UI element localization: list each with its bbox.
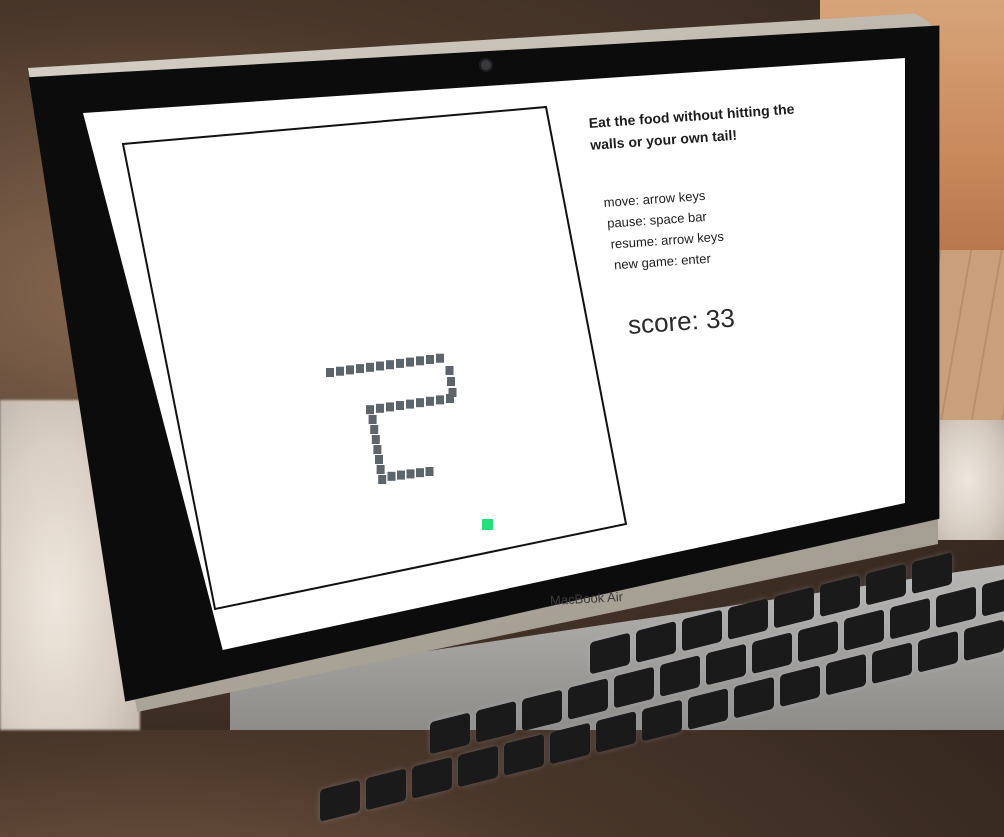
snake-segment	[375, 455, 383, 464]
snake-segment	[370, 425, 379, 434]
keyboard-key	[590, 632, 630, 675]
keyboard-key	[798, 620, 838, 663]
snake-segment	[366, 405, 374, 415]
keyboard-key	[660, 655, 700, 698]
keyboard-key	[682, 609, 722, 652]
keyboard-key	[614, 666, 654, 709]
keyboard-key	[706, 643, 746, 686]
snake-segment	[371, 435, 380, 444]
snake-segment	[387, 471, 396, 481]
snake-segment	[406, 399, 414, 409]
keyboard-key	[366, 768, 406, 811]
snake-segment	[445, 366, 454, 375]
snake-segment	[396, 401, 404, 410]
keyboard-key	[936, 586, 976, 629]
snake-segment	[416, 356, 424, 366]
snake-segment	[376, 361, 384, 371]
game-board-border	[121, 105, 628, 611]
snake-segment	[446, 394, 454, 403]
keyboard-key	[458, 745, 498, 788]
snake-segment	[425, 467, 434, 476]
controls-list: move: arrow keys pause: space bar resume…	[603, 184, 726, 276]
keyboard-key	[642, 699, 682, 742]
keyboard-key	[430, 712, 470, 755]
keyboard-key	[636, 621, 676, 663]
keyboard-key	[568, 677, 608, 720]
keyboard-key	[774, 586, 814, 629]
snake-segment	[406, 357, 414, 367]
snake-segment	[426, 396, 434, 406]
snake-segment	[436, 395, 444, 405]
snake-segment	[376, 403, 384, 413]
keyboard-key	[844, 609, 884, 652]
snake-segment	[376, 465, 385, 474]
snake-segment	[396, 358, 404, 368]
keyboard-key	[752, 632, 792, 675]
snake-segment	[386, 360, 394, 370]
snake-segment	[426, 355, 434, 364]
snake-segment	[378, 475, 387, 484]
snake-segment	[336, 366, 344, 376]
keyboard-key	[504, 733, 544, 776]
snake	[326, 353, 457, 484]
snake-segment	[373, 445, 382, 454]
keyboard-key	[982, 574, 1004, 617]
snake-segment	[397, 470, 405, 480]
keyboard-key	[890, 597, 930, 640]
snake-segment	[416, 398, 424, 408]
snake-segment	[436, 353, 444, 363]
food-pellet	[482, 519, 493, 530]
keyboard-key	[522, 689, 562, 732]
keyboard-key	[320, 779, 360, 822]
keyboard-key	[476, 700, 516, 743]
keyboard-key	[596, 710, 636, 753]
snake-segment	[386, 402, 394, 412]
snake-segment	[326, 368, 334, 377]
keyboard-key	[866, 563, 906, 606]
snake-segment	[447, 377, 455, 386]
snake-segment	[346, 365, 354, 375]
snake-segment	[416, 468, 424, 478]
keyboard-key	[728, 598, 768, 641]
snake-segment	[366, 362, 374, 372]
keyboard-key	[412, 756, 452, 799]
keyboard-key	[820, 575, 860, 618]
snake-segment	[368, 415, 377, 424]
keyboard-key	[912, 552, 952, 595]
snake-segment	[406, 469, 415, 479]
keyboard-key	[550, 722, 590, 765]
snake-segment	[356, 364, 364, 374]
